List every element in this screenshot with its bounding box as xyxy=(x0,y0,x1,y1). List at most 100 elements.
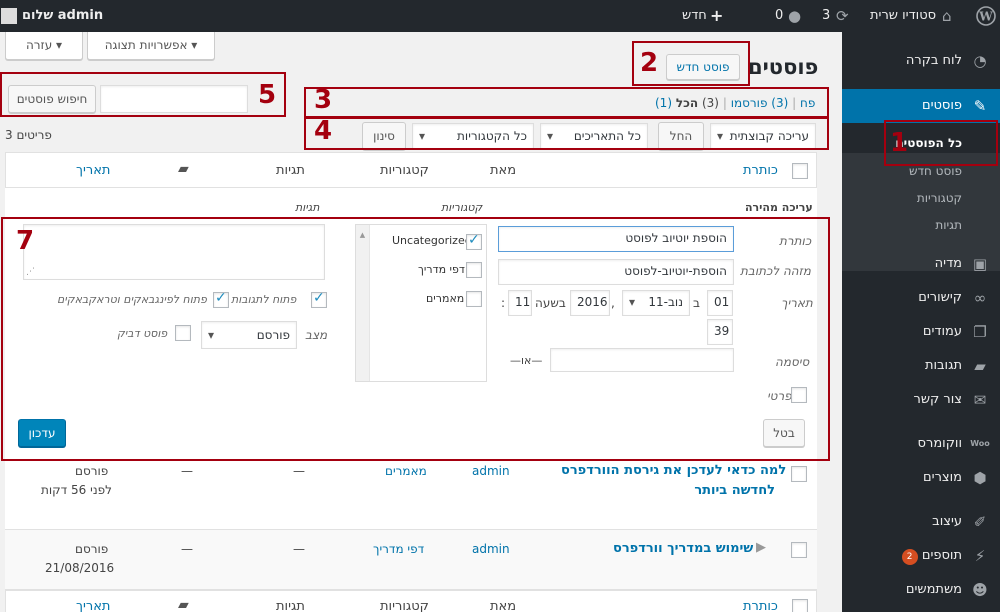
annotation-box-5 xyxy=(0,72,286,117)
menu-contact-label: צור קשר xyxy=(913,392,963,407)
menu-links-label: קישורים xyxy=(918,290,962,305)
footer-column-date[interactable]: תאריך xyxy=(76,599,110,612)
video-format-icon: ▶ xyxy=(756,540,766,555)
post-title-link[interactable]: שימוש במדריך וורדפרס xyxy=(613,541,753,556)
footer-comments-icon[interactable]: ▰ xyxy=(178,597,189,612)
help-tab[interactable]: עזרה ▾ xyxy=(5,32,83,60)
menu-pages[interactable]: ❐ עמודים xyxy=(842,315,1000,349)
home-icon[interactable]: ⌂ xyxy=(942,0,952,32)
post-category[interactable]: מאמרים xyxy=(385,464,427,478)
products-box-icon: ⬢ xyxy=(973,469,987,487)
post-status: פורסם xyxy=(75,464,109,478)
post-status: פורסם xyxy=(75,542,109,556)
new-content-label[interactable]: חדש xyxy=(682,0,707,32)
post-tags: — xyxy=(293,464,305,478)
users-icon: ☻ xyxy=(972,581,988,599)
post-date: 21/08/2016 xyxy=(45,561,115,575)
select-all-checkbox[interactable] xyxy=(792,163,808,179)
user-avatar[interactable] xyxy=(1,0,21,32)
page-title: פוסטים xyxy=(748,55,819,79)
post-author[interactable]: admin xyxy=(472,464,510,478)
menu-woocommerce[interactable]: Woo ווקומרס xyxy=(842,427,1000,461)
menu-contact[interactable]: ✉ צור קשר xyxy=(842,383,1000,417)
comments-icon: ▰ xyxy=(974,357,986,375)
column-date[interactable]: תאריך xyxy=(76,163,110,178)
tags-heading: תגיות xyxy=(295,201,320,214)
table-header: כותרת מאת קטגוריות תגיות ▰ תאריך xyxy=(5,152,817,188)
paintbrush-icon: ✐ xyxy=(973,513,987,531)
post-comments: — xyxy=(181,464,193,478)
post-comments: — xyxy=(181,542,193,556)
quick-edit-heading: עריכה מהירה xyxy=(745,201,813,214)
menu-appearance[interactable]: ✐ עיצוב xyxy=(842,505,1000,539)
post-title-link[interactable]: למה כדאי לעדכן את גירסת הוורדפרס xyxy=(561,463,786,478)
column-author: מאת xyxy=(490,163,517,178)
annotation-box-3 xyxy=(304,87,829,118)
menu-links[interactable]: ∞ קישורים xyxy=(842,281,1000,315)
annotation-number-5: 5 xyxy=(258,80,277,110)
annotation-number-1: 1 xyxy=(890,128,909,158)
svg-text:W: W xyxy=(978,9,993,23)
my-account[interactable]: שלום admin xyxy=(22,0,103,32)
annotation-number-2: 2 xyxy=(640,48,659,78)
updates-refresh-icon[interactable]: ⟳ xyxy=(836,0,849,32)
menu-woocommerce-label: ווקומרס xyxy=(917,436,962,451)
footer-column-categories: קטגוריות xyxy=(380,599,429,612)
submenu-tags[interactable]: תגיות xyxy=(842,212,1000,238)
table-row: ▶ שימוש במדריך וורדפרס admin דפי מדריך —… xyxy=(5,530,817,590)
annotation-number-7: 7 xyxy=(16,226,35,256)
row-checkbox[interactable] xyxy=(791,466,807,482)
post-date: לפני 56 דקות xyxy=(41,483,112,497)
select-all-footer-checkbox[interactable] xyxy=(792,599,808,612)
post-author[interactable]: admin xyxy=(472,542,510,556)
categories-heading: קטגוריות xyxy=(441,201,483,214)
column-title[interactable]: כותרת xyxy=(743,163,778,178)
annotation-number-3: 3 xyxy=(314,85,333,115)
new-content-plus-icon[interactable]: + xyxy=(710,0,723,32)
menu-appearance-label: עיצוב xyxy=(932,514,962,529)
screen-options-label: אפשרויות תצוגה xyxy=(104,38,188,52)
post-tags: — xyxy=(293,542,305,556)
menu-dashboard-label: לוח בקרה xyxy=(905,53,962,68)
updates-count[interactable]: 3 xyxy=(822,0,830,32)
menu-posts[interactable]: ✎ פוסטים xyxy=(842,89,1000,123)
menu-plugins-label: תוספים xyxy=(921,548,962,563)
admin-bar: שלום admin + חדש 0 ● 3 ⟳ סטודיו שרית ⌂ W xyxy=(0,0,1000,32)
menu-users-label: משתמשים xyxy=(905,582,962,597)
menu-users[interactable]: ☻ משתמשים xyxy=(842,573,1000,607)
pages-icon: ❐ xyxy=(973,323,987,341)
plugins-update-badge: 2 xyxy=(901,549,918,565)
menu-products-label: מוצרים xyxy=(923,470,962,485)
annotation-number-4: 4 xyxy=(314,116,333,146)
post-category[interactable]: דפי מדריך xyxy=(373,542,424,556)
column-categories: קטגוריות xyxy=(380,163,429,178)
comment-bubble-icon[interactable]: ● xyxy=(788,0,801,32)
menu-products[interactable]: ⬢ מוצרים xyxy=(842,461,1000,495)
menu-media[interactable]: ▣ מדיה xyxy=(842,247,1000,281)
column-tags: תגיות xyxy=(276,163,305,178)
site-name[interactable]: סטודיו שרית xyxy=(870,0,936,32)
help-label: עזרה xyxy=(25,38,53,52)
menu-plugins[interactable]: ⚡ 2 תוספים xyxy=(842,539,1000,573)
woocommerce-icon: Woo xyxy=(970,439,990,448)
submenu-categories[interactable]: קטגוריות xyxy=(842,185,1000,211)
menu-media-label: מדיה xyxy=(934,256,962,271)
screen-options-tab[interactable]: אפשרויות תצוגה ▾ xyxy=(87,32,215,60)
comments-count[interactable]: 0 xyxy=(775,0,783,32)
table-footer: כותרת מאת קטגוריות תגיות ▰ תאריך xyxy=(5,590,817,612)
wordpress-logo-icon[interactable]: W xyxy=(972,0,1000,32)
menu-comments-label: תגובות xyxy=(924,358,962,373)
row-checkbox[interactable] xyxy=(791,542,807,558)
link-chain-icon: ∞ xyxy=(973,289,987,307)
items-count: 3 פריטים xyxy=(5,128,52,142)
menu-comments[interactable]: ▰ תגובות xyxy=(842,349,1000,383)
post-title-link-line2[interactable]: לחדשה ביותר xyxy=(561,483,775,498)
table-row: למה כדאי לעדכן את גירסת הוורדפרס לחדשה ב… xyxy=(5,460,817,530)
media-icon: ▣ xyxy=(972,255,988,273)
admin-sidebar: ◔ לוח בקרה ✎ פוסטים כל הפוסטים פוסט חדש … xyxy=(842,32,1000,612)
menu-dashboard[interactable]: ◔ לוח בקרה xyxy=(842,44,1000,78)
pushpin-icon: ✎ xyxy=(973,97,987,115)
envelope-icon: ✉ xyxy=(973,391,987,409)
footer-column-title[interactable]: כותרת xyxy=(743,599,778,612)
comments-column-icon[interactable]: ▰ xyxy=(178,161,189,177)
